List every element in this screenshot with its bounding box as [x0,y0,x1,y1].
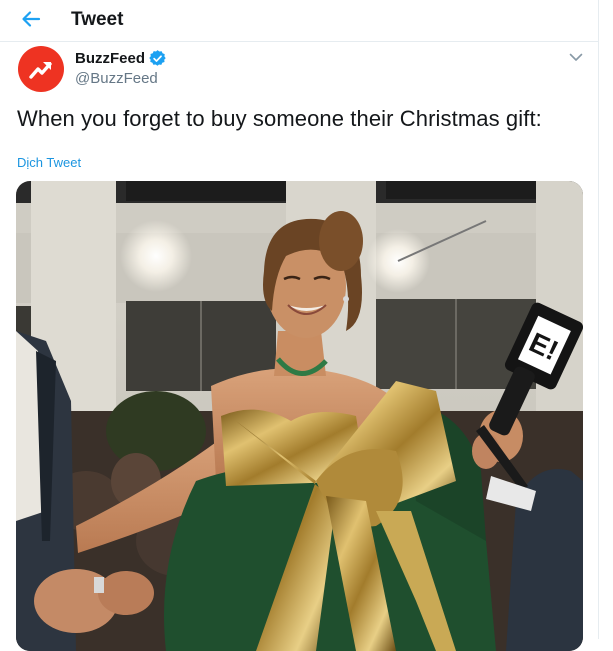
back-arrow-icon [22,11,41,27]
media-image: E! [16,181,583,651]
author-name-text: BuzzFeed [75,50,146,67]
translate-tweet-link[interactable]: Dịch Tweet [17,155,81,170]
tweet-text: When you forget to buy someone their Chr… [17,106,542,131]
chevron-down-icon [569,53,583,61]
author-name[interactable]: BuzzFeed [75,50,166,67]
column-divider [598,0,599,639]
page-header: Tweet [0,0,598,42]
tweet-menu-button[interactable] [566,48,586,66]
author-handle: @BuzzFeed [75,70,158,87]
avatar[interactable] [18,46,64,92]
back-button[interactable] [14,4,48,34]
verified-badge-icon [149,50,166,66]
page-title: Tweet [71,9,124,30]
tweet-media[interactable]: E! [16,181,583,651]
trending-arrow-icon [29,62,52,79]
